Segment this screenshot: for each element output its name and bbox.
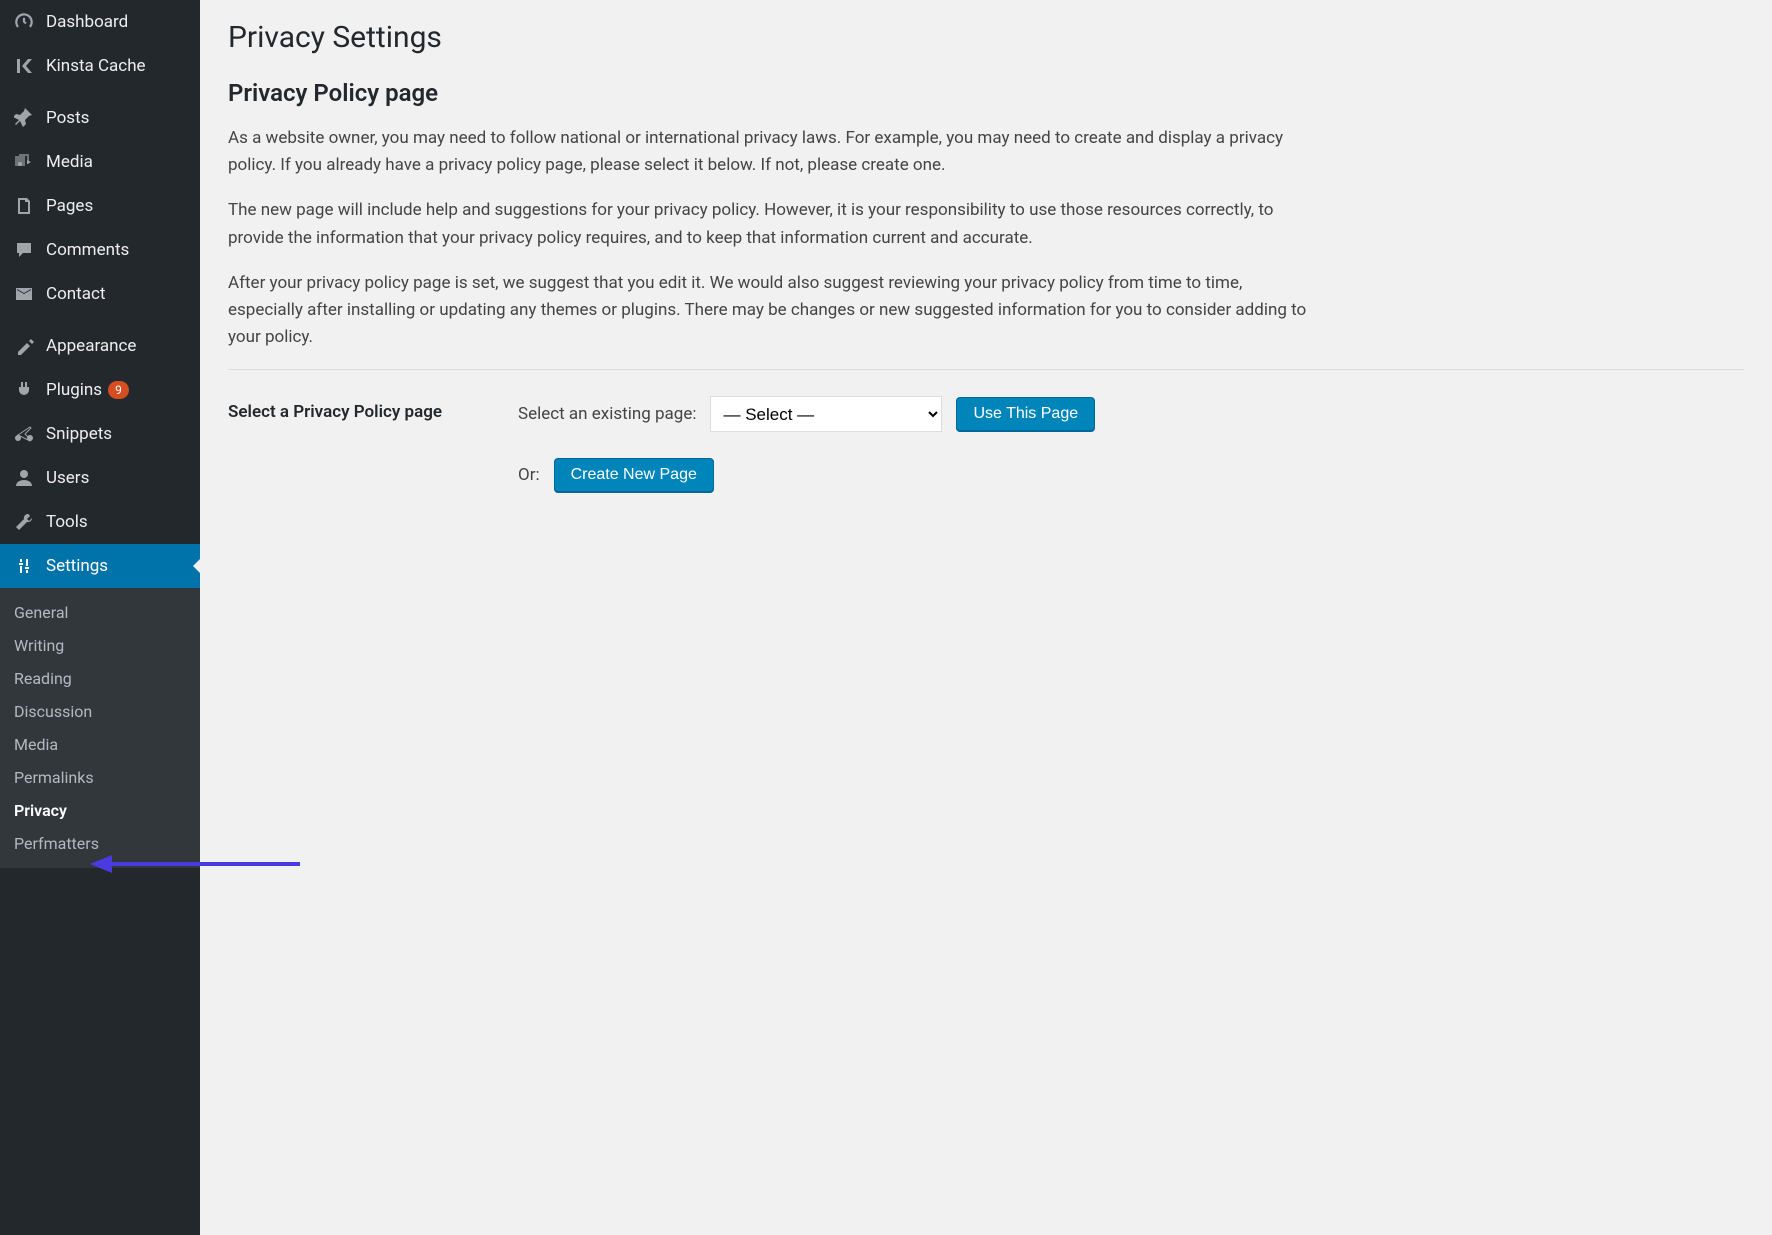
snippets-icon <box>12 422 36 446</box>
submenu-item-media[interactable]: Media <box>0 728 200 761</box>
pin-icon <box>12 106 36 130</box>
sidebar-item-label: Comments <box>46 240 129 260</box>
appearance-icon <box>12 334 36 358</box>
section-heading: Privacy Policy page <box>228 79 1744 107</box>
submenu-item-reading[interactable]: Reading <box>0 662 200 695</box>
plugins-icon <box>12 378 36 402</box>
main-content: Privacy Settings Privacy Policy page As … <box>200 0 1772 1235</box>
sidebar-item-label: Tools <box>46 512 88 532</box>
pages-icon <box>12 194 36 218</box>
sidebar-item-label: Pages <box>46 196 93 216</box>
or-label: Or: <box>518 465 540 485</box>
contact-icon <box>12 282 36 306</box>
users-icon <box>12 466 36 490</box>
select-existing-label: Select an existing page: <box>518 404 696 424</box>
sidebar-item-appearance[interactable]: Appearance <box>0 324 200 368</box>
media-icon <box>12 150 36 174</box>
use-this-page-button[interactable]: Use This Page <box>956 397 1095 431</box>
form-row-label: Select a Privacy Policy page <box>228 396 478 518</box>
settings-icon <box>12 554 36 578</box>
sidebar-item-label: Appearance <box>46 336 136 356</box>
privacy-form: Select a Privacy Policy page Select an e… <box>228 396 1744 518</box>
create-new-page-button[interactable]: Create New Page <box>554 458 714 492</box>
sidebar-item-snippets[interactable]: Snippets <box>0 412 200 456</box>
dashboard-icon <box>12 10 36 34</box>
sidebar-item-tools[interactable]: Tools <box>0 500 200 544</box>
comments-icon <box>12 238 36 262</box>
submenu-item-permalinks[interactable]: Permalinks <box>0 761 200 794</box>
sidebar-item-label: Contact <box>46 284 105 304</box>
submenu-item-privacy[interactable]: Privacy <box>0 794 200 827</box>
sidebar-item-label: Dashboard <box>46 12 128 32</box>
admin-sidebar: Dashboard Kinsta Cache Posts Media Pages Comm… <box>0 0 200 1235</box>
sidebar-item-contact[interactable]: Contact <box>0 272 200 316</box>
kinsta-icon <box>12 54 36 78</box>
divider <box>228 369 1744 370</box>
sidebar-item-users[interactable]: Users <box>0 456 200 500</box>
description-block: As a website owner, you may need to foll… <box>228 125 1744 351</box>
sidebar-item-label: Settings <box>46 556 108 576</box>
sidebar-item-comments[interactable]: Comments <box>0 228 200 272</box>
sidebar-item-label: Snippets <box>46 424 112 444</box>
sidebar-item-kinsta-cache[interactable]: Kinsta Cache <box>0 44 200 88</box>
sidebar-item-dashboard[interactable]: Dashboard <box>0 0 200 44</box>
submenu-item-general[interactable]: General <box>0 596 200 629</box>
privacy-page-select[interactable]: — Select — <box>710 396 942 432</box>
update-badge: 9 <box>108 381 129 399</box>
settings-submenu: GeneralWritingReadingDiscussionMediaPerm… <box>0 588 200 868</box>
sidebar-item-settings[interactable]: Settings <box>0 544 200 588</box>
paragraph-2: The new page will include help and sugge… <box>228 197 1308 251</box>
sidebar-item-label: Kinsta Cache <box>46 56 146 76</box>
sidebar-item-plugins[interactable]: Plugins 9 <box>0 368 200 412</box>
sidebar-item-label: Plugins <box>46 380 102 400</box>
sidebar-item-label: Media <box>46 152 93 172</box>
submenu-item-perfmatters[interactable]: Perfmatters <box>0 827 200 860</box>
sidebar-item-media[interactable]: Media <box>0 140 200 184</box>
sidebar-item-posts[interactable]: Posts <box>0 96 200 140</box>
paragraph-1: As a website owner, you may need to foll… <box>228 125 1308 179</box>
paragraph-3: After your privacy policy page is set, w… <box>228 270 1308 352</box>
sidebar-item-label: Posts <box>46 108 89 128</box>
tools-icon <box>12 510 36 534</box>
page-title: Privacy Settings <box>228 20 1744 55</box>
sidebar-item-pages[interactable]: Pages <box>0 184 200 228</box>
submenu-item-writing[interactable]: Writing <box>0 629 200 662</box>
sidebar-item-label: Users <box>46 468 89 488</box>
submenu-item-discussion[interactable]: Discussion <box>0 695 200 728</box>
